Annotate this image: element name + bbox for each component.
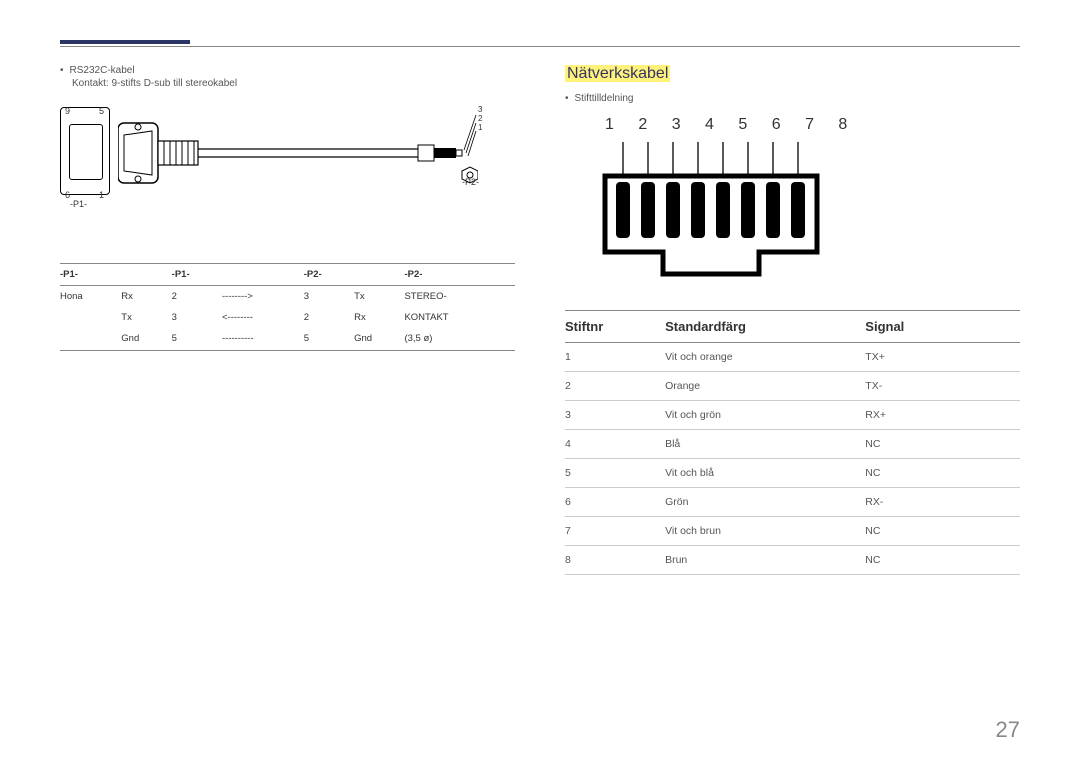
table-row: 8BrunNC [565,546,1020,575]
table-row: 1Vit och orangeTX+ [565,343,1020,372]
cell: Vit och orange [665,343,865,372]
th: -P1- [172,264,222,286]
table-row: Hona Rx 2 --------> 3 Tx STEREO- [60,286,515,308]
cell: 5 [565,459,665,488]
cell: TX+ [865,343,1020,372]
th: -P2- [404,264,515,286]
network-pin-table: Stiftnr Standardfärg Signal 1Vit och ora… [565,310,1020,575]
cell: 2 [565,372,665,401]
header-accent-rule [60,40,190,44]
cell: 4 [565,430,665,459]
cell: Tx [354,286,404,308]
pin-assignment-bullet: Stifttilldelning [565,93,1020,104]
cell: --------> [222,286,304,308]
header-full-rule [60,46,1020,47]
table-row: 5Vit och blåNC [565,459,1020,488]
table-row: Gnd 5 ---------- 5 Gnd (3,5 ø) [60,328,515,350]
rs232c-pin-table-wrap: -P1- -P1- -P2- -P2- Hona Rx 2 ------- [60,263,515,351]
dsub-connector: 9 5 6 1 [60,107,110,195]
cell: Vit och blå [665,459,865,488]
page-number: 27 [996,717,1020,743]
cell: <-------- [222,307,304,328]
page: RS232C-kabel Kontakt: 9-stifts D-sub til… [0,0,1080,595]
cell: 3 [304,286,354,308]
table-row: 2OrangeTX- [565,372,1020,401]
cell: 2 [172,286,222,308]
pin-label-1: 1 [99,190,104,200]
cell: STEREO- [404,286,515,308]
cell: 5 [172,328,222,350]
th: -P2- [304,264,354,286]
cell: ---------- [222,328,304,350]
cell: Vit och grön [665,401,865,430]
cell: 7 [565,517,665,546]
cell: NC [865,430,1020,459]
table-row: 4BlåNC [565,430,1020,459]
table-header-row: Stiftnr Standardfärg Signal [565,311,1020,343]
cell: Orange [665,372,865,401]
th-pin: Stiftnr [565,311,665,343]
cell: Rx [121,286,171,308]
rj45-connector-icon [599,142,829,292]
table-header-row: -P1- -P1- -P2- -P2- [60,264,515,286]
two-column-layout: RS232C-kabel Kontakt: 9-stifts D-sub til… [60,65,1020,575]
cell: RX- [865,488,1020,517]
cell: NC [865,459,1020,488]
cell: 3 [172,307,222,328]
cell: Vit och brun [665,517,865,546]
cell: Hona [60,286,121,308]
table-row: 6GrönRX- [565,488,1020,517]
connector-description: Kontakt: 9-stifts D-sub till stereokabel [72,78,515,89]
p1-label: -P1- [70,199,87,209]
th [121,264,171,286]
rj45-pin-numbers: 1 2 3 4 5 6 7 8 [605,116,1020,134]
cell: Grön [665,488,865,517]
network-cable-heading: Nätverkskabel [565,65,1020,83]
cell: TX- [865,372,1020,401]
rs232c-diagram: 9 5 6 1 -P1- [60,103,515,253]
p2-label: -P2- [462,177,479,187]
cell: 1 [565,343,665,372]
cell: NC [865,546,1020,575]
table-row: Tx 3 <-------- 2 Rx KONTAKT [60,307,515,328]
cell: Gnd [354,328,404,350]
cell: RX+ [865,401,1020,430]
cell: 6 [565,488,665,517]
table-row: 7Vit och brunNC [565,517,1020,546]
cell: KONTAKT [404,307,515,328]
table-row: 3Vit och grönRX+ [565,401,1020,430]
cell: Tx [121,307,171,328]
th-color: Standardfärg [665,311,865,343]
th-signal: Signal [865,311,1020,343]
th [354,264,404,286]
cell: Rx [354,307,404,328]
cell: Gnd [121,328,171,350]
cell: Blå [665,430,865,459]
left-column: RS232C-kabel Kontakt: 9-stifts D-sub til… [60,65,515,575]
pin-label-9: 9 [65,106,70,116]
cell: 3 [565,401,665,430]
cell [60,307,121,328]
th [222,264,304,286]
rs232c-bullet: RS232C-kabel [60,65,515,76]
p2-pin-numbers: 3 2 1 [478,105,482,132]
cable-svg [118,113,478,203]
cell [60,328,121,350]
dsub-inner [69,124,103,180]
right-column: Nätverkskabel Stifttilldelning 1 2 3 4 5… [565,65,1020,575]
cell: 8 [565,546,665,575]
cell: Brun [665,546,865,575]
rs232c-pin-table: -P1- -P1- -P2- -P2- Hona Rx 2 ------- [60,263,515,350]
cell: NC [865,517,1020,546]
pin-label-5: 5 [99,106,104,116]
cell: (3,5 ø) [404,328,515,350]
cell: 5 [304,328,354,350]
th: -P1- [60,264,121,286]
cell: 2 [304,307,354,328]
